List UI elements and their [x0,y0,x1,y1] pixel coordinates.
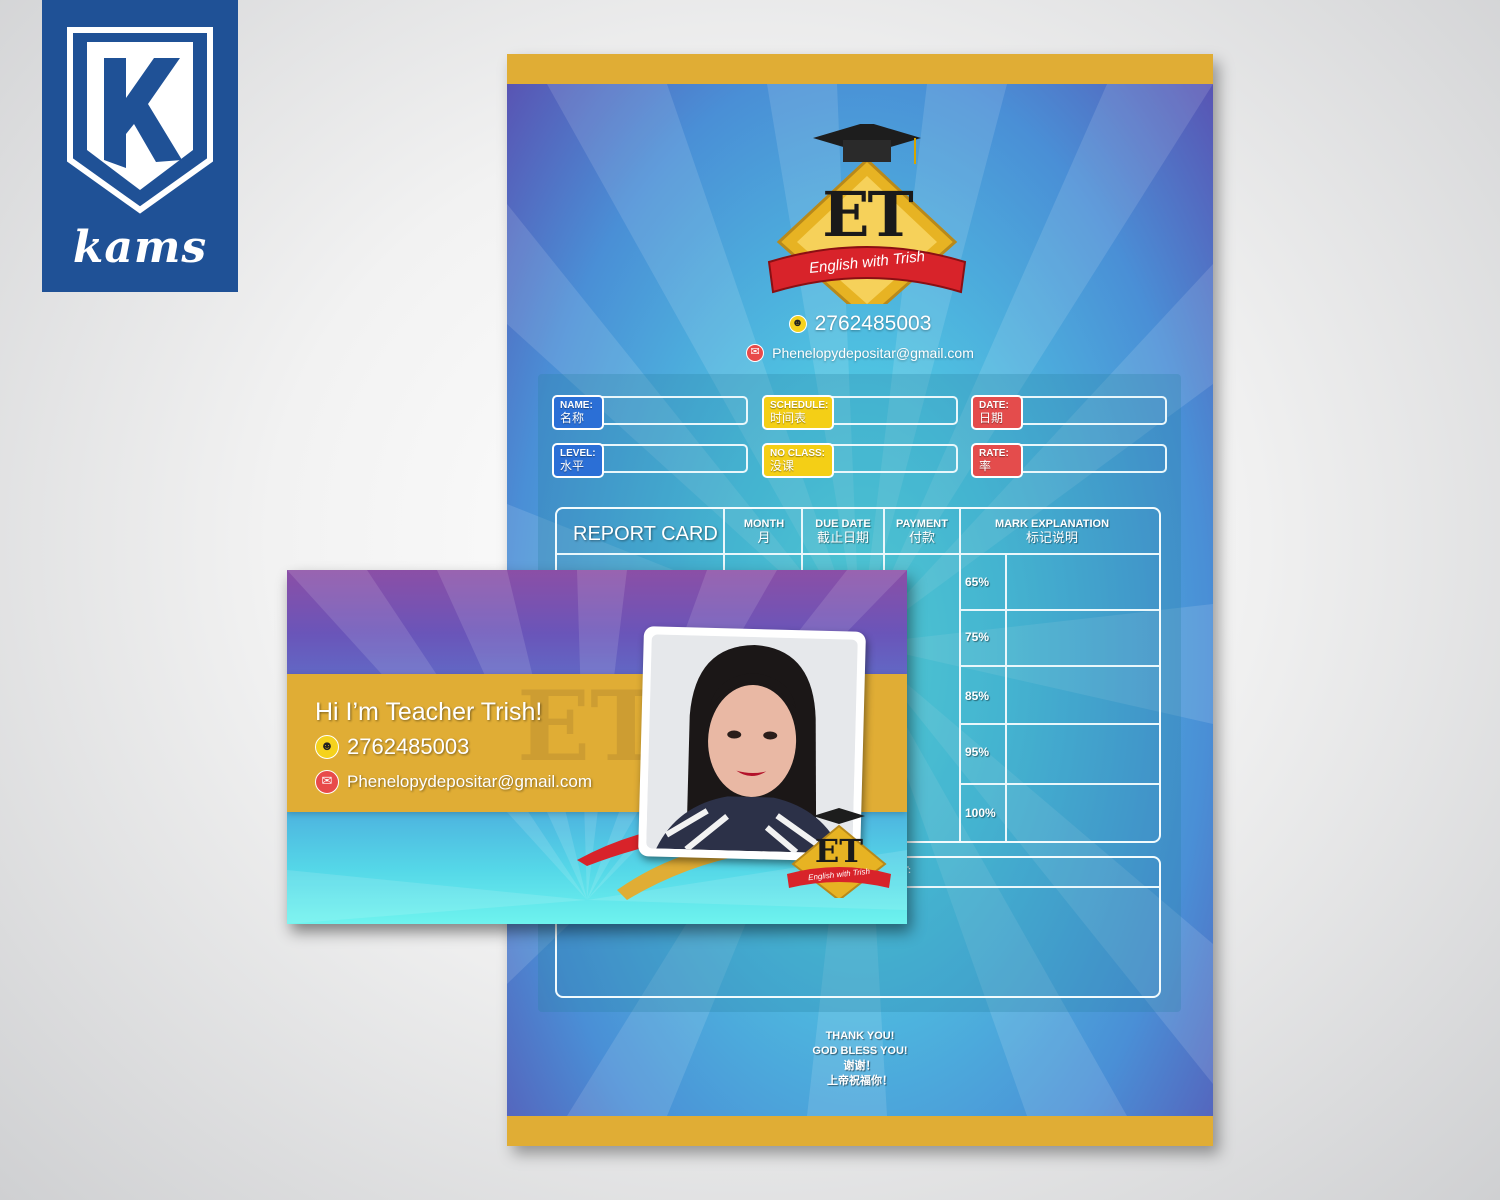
flyer-qq-number: 2762485003 [814,312,932,335]
mail-icon: ✉ [746,344,765,362]
logo-initials: ET [822,178,913,251]
top-gold-band [507,54,1213,84]
divider [557,553,1159,555]
flyer-email: Phenelopydepositar@gmail.com [772,345,974,361]
thanks-line: GOD BLESS YOU! [812,1045,908,1057]
schedule-tag: SCHEDULE: 时间表 [762,395,834,430]
level-field[interactable]: LEVEL: 水平 [552,443,748,478]
divider [959,723,1159,725]
divider [1005,553,1007,841]
divider [959,509,961,841]
no-class-tag: NO CLASS: 没课 [762,443,834,478]
col-due-date: DUE DATE 截止日期 [815,518,871,545]
col-payment: PAYMENT 付款 [896,518,948,545]
flyer-qq-row: ☻ 2762485003 [507,312,1213,336]
card-logo-initials: ET [814,832,864,870]
date-tag: DATE: 日期 [971,395,1023,430]
col-mark-explanation: MARK EXPLANATION 标记说明 [994,518,1110,545]
mark-85: 85% [965,689,990,703]
bottom-gold-band [507,1116,1213,1146]
et-logo: ET English with Trish [765,122,969,323]
rate-tag: RATE: 率 [971,443,1023,478]
business-card: ET Hi I’m Teacher Trish! ☻ 2762485003 ✉ … [287,570,907,924]
name-field[interactable]: NAME: 名称 [552,395,748,430]
thank-you-message: THANK YOU! GOD BLESS YOU! 谢谢！ 上帝祝福你！ [507,1029,1213,1089]
flyer-email-row: ✉ Phenelopydepositar@gmail.com [507,344,1213,362]
divider [959,665,1159,667]
rate-field[interactable]: RATE: 率 [971,443,1167,478]
qq-penguin-icon: ☻ [788,315,807,333]
card-et-logo: ET English with Trish [787,808,891,902]
schedule-field[interactable]: SCHEDULE: 时间表 [762,395,958,430]
mark-95: 95% [965,745,990,759]
date-field[interactable]: DATE: 日期 [971,395,1167,430]
mark-100: 100% [965,806,996,820]
thanks-line: THANK YOU! [825,1030,895,1042]
level-tag: LEVEL: 水平 [552,443,604,478]
brand-badge: kams [42,0,238,292]
thanks-line: 上帝祝福你！ [827,1075,893,1087]
mark-65: 65% [965,575,990,589]
report-card-title: REPORT CARD [573,523,718,545]
divider [959,609,1159,611]
name-tag: NAME: 名称 [552,395,604,430]
no-class-field[interactable]: NO CLASS: 没课 [762,443,958,478]
divider [959,783,1159,785]
col-month: MONTH 月 [743,518,785,545]
thanks-line: 谢谢！ [843,1060,877,1072]
brand-wordmark: kams [72,222,208,273]
mark-75: 75% [965,630,990,644]
